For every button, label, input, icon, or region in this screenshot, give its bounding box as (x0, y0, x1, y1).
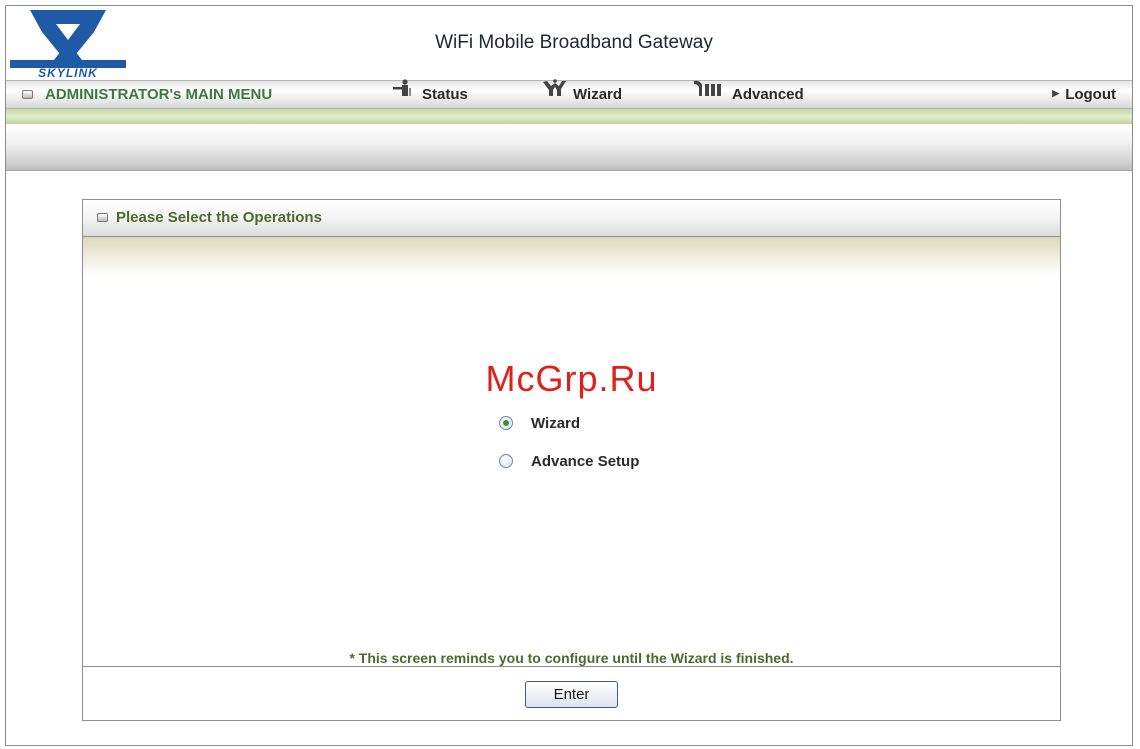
nav-status-label: Status (422, 86, 468, 103)
option-wizard[interactable]: Wizard (499, 412, 580, 436)
panel-divider (83, 666, 1060, 667)
nav-logout-label: Logout (1065, 86, 1116, 103)
nav-wizard[interactable]: Wizard (541, 78, 623, 108)
nav-wizard-label: Wizard (573, 86, 623, 103)
main-nav-bar: ADMINISTRATOR's MAIN MENU Status Wizard (6, 78, 1132, 109)
option-advance-setup[interactable]: Advance Setup (499, 450, 639, 474)
nav-advanced-label: Advanced (732, 86, 804, 103)
nav-admin-main-menu[interactable]: ADMINISTRATOR's MAIN MENU (22, 81, 272, 108)
person-icon (390, 78, 416, 106)
wizard-radio[interactable] (499, 416, 513, 431)
panel-title-text: Please Select the Operations (116, 209, 322, 226)
header: SKYLINK WiFi Mobile Broadband Gateway (6, 6, 1132, 80)
nav-advanced[interactable]: Advanced (692, 79, 804, 108)
nav-status[interactable]: Status (390, 78, 468, 108)
app-title: WiFi Mobile Broadband Gateway (435, 32, 713, 53)
page-frame: SKYLINK WiFi Mobile Broadband Gateway AD… (5, 5, 1133, 746)
option-wizard-label: Wizard (531, 415, 581, 432)
panel-title: Please Select the Operations (97, 200, 322, 236)
operations-panel: Please Select the Operations McGrp.Ru Wi… (82, 199, 1061, 721)
enter-button[interactable]: Enter (525, 681, 618, 708)
nav-admin-label: ADMINISTRATOR's MAIN MENU (45, 86, 273, 103)
nav-logout[interactable]: ▶ Logout (1052, 81, 1116, 108)
green-band (6, 109, 1132, 124)
triangle-right-icon: ▶ (1052, 87, 1060, 98)
advance-setup-radio[interactable] (499, 454, 513, 469)
svg-text:SKYLINK: SKYLINK (38, 66, 98, 78)
wizard-reminder-text: * This screen reminds you to configure u… (349, 650, 794, 666)
square-bullet-icon (22, 89, 33, 99)
option-advance-setup-label: Advance Setup (531, 453, 640, 470)
square-bullet-icon (97, 212, 108, 222)
silver-band (6, 124, 1132, 171)
panel-shade (83, 237, 1060, 277)
wizard-icon (541, 78, 567, 106)
watermark-text: McGrp.Ru (485, 358, 658, 399)
tools-icon (692, 79, 726, 106)
panel-header: Please Select the Operations (83, 200, 1060, 237)
